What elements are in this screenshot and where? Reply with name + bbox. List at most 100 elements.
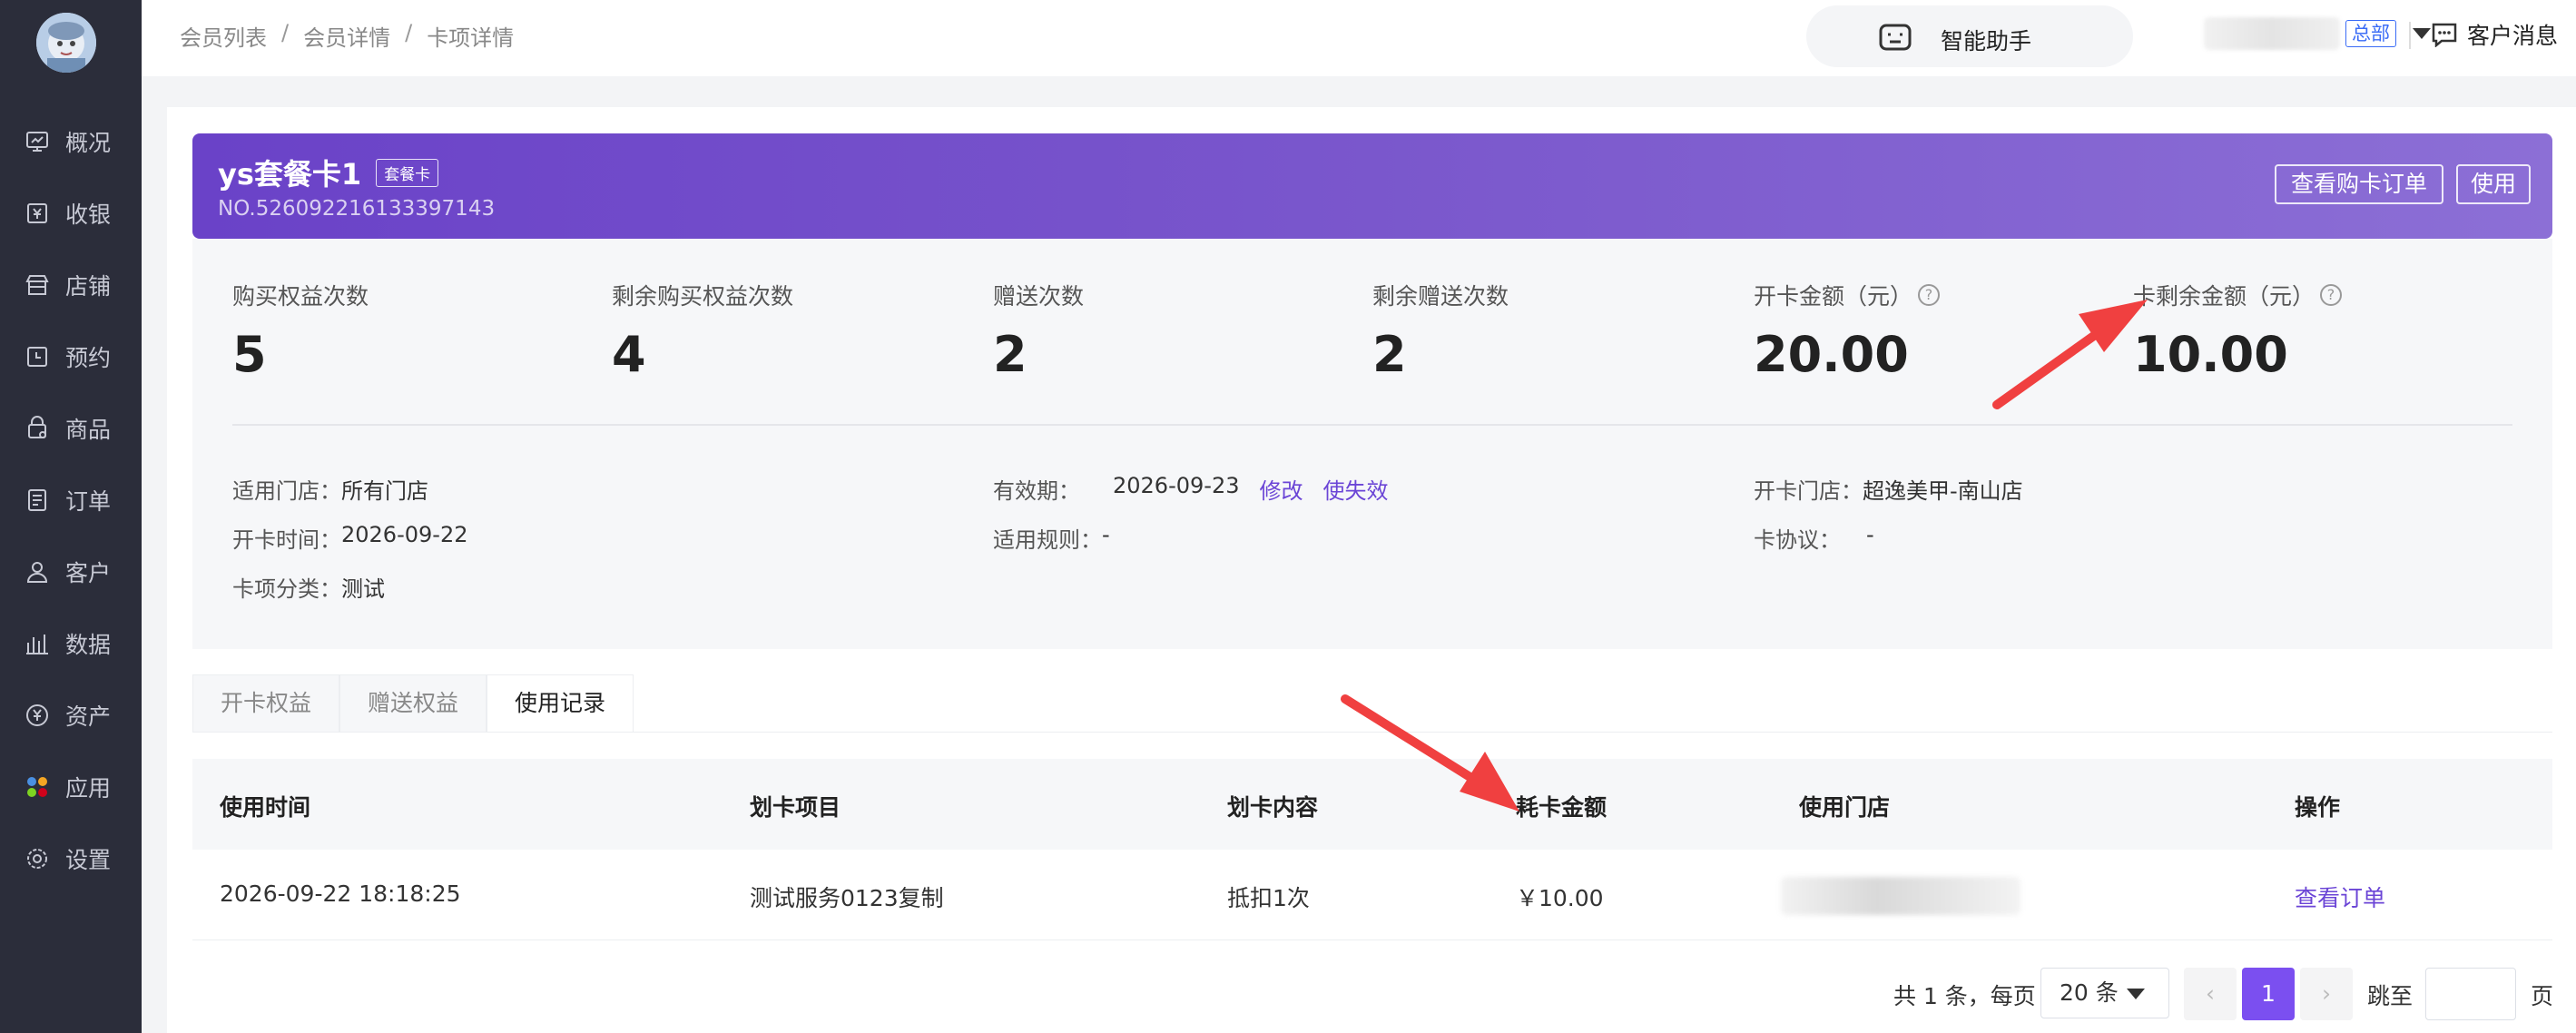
table-header: 使用时间 划卡项目 划卡内容 耗卡金额 使用门店 操作	[192, 759, 2552, 850]
info-applicable-store: 适用门店： 所有门店	[232, 473, 428, 505]
sidebar-item-label: 设置	[65, 846, 112, 873]
info-value: 所有门店	[341, 478, 428, 504]
account-name-redacted	[2204, 17, 2340, 50]
info-label: 开卡时间：	[232, 527, 341, 553]
breadcrumb-card-detail: 卡项详情	[427, 25, 515, 51]
stat-value: 20.00	[1754, 326, 1909, 383]
sidebar-nav: 概况 收银 店铺 预约 商品 订单 客户 数据 资产 应用 设置	[0, 105, 142, 894]
tab-gift-benefits[interactable]: 赠送权益	[339, 674, 487, 733]
sidebar-item-store[interactable]: 店铺	[0, 249, 142, 320]
sidebar-item-settings[interactable]: 设置	[0, 822, 142, 894]
stat-open-amount: 开卡金额（元） ? 20.00	[1754, 279, 1941, 383]
sidebar-item-apps[interactable]: 应用	[0, 751, 142, 822]
sidebar-item-label: 预约	[65, 344, 112, 371]
stat-label: 赠送次数	[993, 283, 1085, 310]
card-number: NO.526092216133397143	[218, 197, 496, 221]
sidebar-item-data[interactable]: 数据	[0, 607, 142, 679]
info-rules: 适用规则： -	[993, 522, 1110, 554]
stat-value: 2	[993, 326, 1027, 383]
page-suffix: 页	[2531, 983, 2554, 1009]
caret-down-icon	[2127, 989, 2145, 999]
stat-value: 4	[612, 326, 646, 383]
page-size-select[interactable]: 20 条	[2040, 968, 2169, 1018]
stat-purchased-count: 购买权益次数 5	[232, 279, 369, 383]
breadcrumb-member-list[interactable]: 会员列表	[180, 20, 267, 52]
info-value: 2026-09-22	[341, 522, 468, 547]
top-bar: 会员列表 / 会员详情 / 卡项详情 智能助手 总部 客户消息	[142, 0, 2576, 76]
sidebar-item-label: 收银	[65, 201, 112, 228]
robot-icon	[1879, 24, 1912, 51]
settings-icon	[24, 845, 51, 872]
info-label: 适用规则：	[993, 527, 1102, 553]
breadcrumb-member-detail[interactable]: 会员详情	[303, 20, 390, 52]
tab-open-benefits[interactable]: 开卡权益	[192, 674, 340, 733]
prev-page-button[interactable]: ‹	[2184, 968, 2237, 1020]
info-label: 卡项分类：	[232, 576, 341, 602]
info-value: -	[1102, 522, 1110, 547]
modify-validity-link[interactable]: 修改	[1259, 473, 1303, 505]
cell-amount: ￥10.00	[1516, 885, 1604, 911]
info-open-store: 开卡门店： 超逸美甲-南山店	[1754, 473, 2023, 505]
overview-icon	[24, 128, 51, 155]
stat-label: 购买权益次数	[232, 283, 369, 310]
divider	[2409, 22, 2411, 49]
stat-label-text: 卡剩余金额（元）	[2133, 283, 2315, 310]
use-card-button[interactable]: 使用	[2456, 164, 2531, 204]
column-header: 操作	[2295, 794, 2341, 821]
account-switcher[interactable]: 总部	[2204, 13, 2431, 54]
divider	[232, 424, 2512, 426]
stat-remaining-gift-count: 剩余赠送次数 2	[1372, 279, 1509, 383]
info-agreement: 卡协议： -	[1754, 522, 1874, 554]
help-icon[interactable]: ?	[1918, 284, 1941, 306]
table-row: 2026-09-22 18:18:25 测试服务0123复制 抵扣1次 ￥10.…	[192, 850, 2552, 940]
invalidate-card-link[interactable]: 使失效	[1322, 473, 1388, 505]
info-value: -	[1866, 522, 1874, 547]
sidebar-item-goods[interactable]: 商品	[0, 392, 142, 464]
goods-icon	[24, 415, 51, 442]
customer-messages-button[interactable]: 客户消息	[2431, 18, 2558, 51]
sidebar-item-order[interactable]: 订单	[0, 464, 142, 536]
sidebar: 概况 收银 店铺 预约 商品 订单 客户 数据 资产 应用 设置	[0, 0, 142, 1033]
info-validity: 有效期： 2026-09-23 修改 使失效	[993, 473, 1388, 505]
sidebar-item-cashier[interactable]: 收银	[0, 177, 142, 249]
card-type-tag: 套餐卡	[376, 158, 439, 187]
tab-usage-records[interactable]: 使用记录	[487, 674, 634, 733]
asset-icon	[24, 702, 51, 729]
breadcrumb-separator: /	[405, 20, 413, 45]
next-page-button[interactable]: ›	[2300, 968, 2353, 1020]
stat-remaining-purchased-count: 剩余购买权益次数 4	[612, 279, 793, 383]
jump-label: 跳至	[2367, 983, 2414, 1009]
stat-value: 5	[232, 326, 267, 383]
stat-label: 剩余购买权益次数	[612, 283, 794, 310]
tab-underline	[192, 732, 2552, 733]
smart-assistant-button[interactable]: 智能助手	[1806, 5, 2133, 67]
page-number-button[interactable]: 1	[2242, 968, 2295, 1020]
cell-store-redacted	[1781, 877, 2020, 915]
breadcrumb: 会员列表 / 会员详情 / 卡项详情	[180, 20, 514, 52]
caret-down-icon[interactable]	[2413, 28, 2431, 39]
cell-time: 2026-09-22 18:18:25	[220, 881, 461, 907]
card-title: ys套餐卡1 套餐卡	[218, 152, 439, 193]
sidebar-item-booking[interactable]: 预约	[0, 320, 142, 392]
sidebar-item-asset[interactable]: 资产	[0, 679, 142, 751]
customer-messages-label: 客户消息	[2467, 23, 2559, 49]
sidebar-item-overview[interactable]: 概况	[0, 105, 142, 177]
stat-gift-count: 赠送次数 2	[993, 279, 1084, 383]
sidebar-item-customer[interactable]: 客户	[0, 536, 142, 607]
sidebar-item-label: 概况	[65, 129, 112, 156]
view-card-orders-button[interactable]: 查看购卡订单	[2275, 164, 2443, 204]
cashier-icon	[24, 200, 51, 227]
sidebar-item-label: 应用	[65, 774, 112, 802]
column-header: 划卡内容	[1227, 794, 1319, 821]
avatar[interactable]	[36, 13, 96, 73]
customer-icon	[24, 558, 51, 585]
apps-icon	[24, 773, 51, 801]
view-order-link[interactable]: 查看订单	[2295, 881, 2385, 913]
stat-label: 开卡金额（元） ?	[1754, 279, 1941, 311]
column-header: 使用门店	[1799, 794, 1891, 821]
column-header: 使用时间	[220, 794, 311, 821]
jump-page-input[interactable]	[2425, 968, 2516, 1020]
info-category: 卡项分类： 测试	[232, 571, 385, 603]
column-header: 划卡项目	[750, 794, 841, 821]
help-icon[interactable]: ?	[2320, 284, 2343, 306]
